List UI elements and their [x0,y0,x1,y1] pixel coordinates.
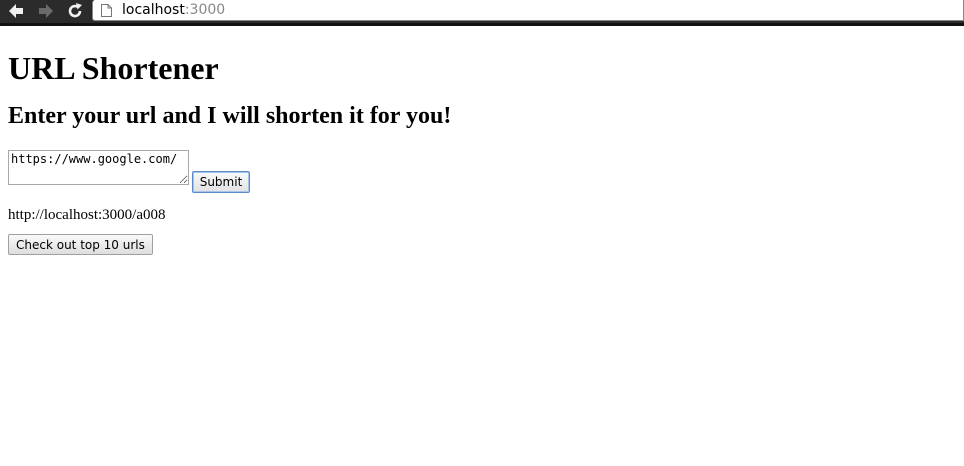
url-port: :3000 [184,2,226,18]
page-icon [101,3,112,17]
browser-toolbar: localhost:3000 [0,0,964,26]
address-bar-url: localhost:3000 [122,1,225,19]
page-title: URL Shortener [8,50,219,86]
shortened-url: http://localhost:3000/a008 [8,207,166,223]
back-button[interactable] [4,0,28,22]
forward-button[interactable] [34,0,58,22]
shorten-form: https://www.google.com/ Submit [8,150,948,193]
top-10-urls-button[interactable]: Check out top 10 urls [8,234,153,255]
page-content: URL Shortener Enter your url and I will … [8,50,948,255]
submit-button[interactable]: Submit [192,171,250,193]
forward-arrow-icon [39,4,53,18]
address-bar[interactable]: localhost:3000 [92,0,964,21]
reload-icon [68,3,82,18]
url-input[interactable]: https://www.google.com/ [8,150,189,185]
back-arrow-icon [9,4,23,18]
url-host: localhost [122,2,185,18]
reload-button[interactable] [63,0,87,22]
page-subtitle: Enter your url and I will shorten it for… [8,103,452,129]
